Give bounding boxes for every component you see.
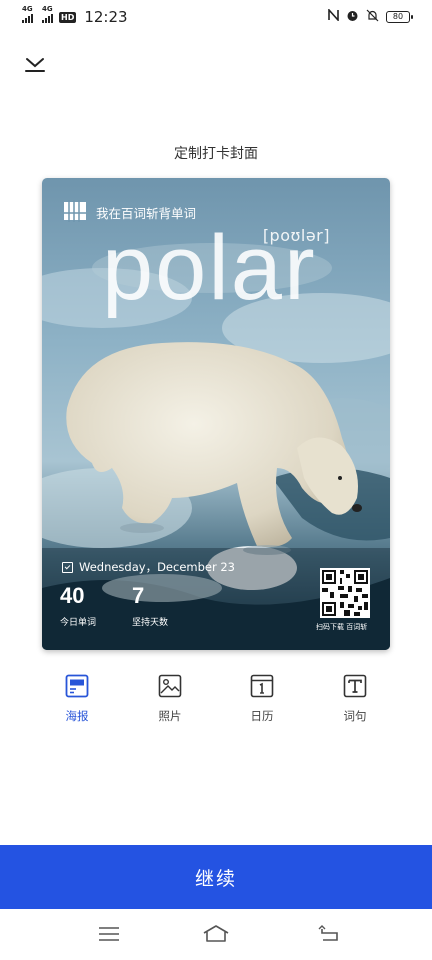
- page-title: 定制打卡封面: [174, 146, 258, 162]
- tab-label: 照片: [158, 709, 182, 723]
- stat-label: 坚持天数: [132, 618, 169, 628]
- status-right: 80: [328, 7, 413, 26]
- tab-poster[interactable]: 海报: [47, 674, 107, 724]
- calendar-icon: [250, 674, 274, 698]
- status-time: 12:23: [84, 8, 128, 26]
- battery-icon: 80: [386, 11, 413, 23]
- stat-today-words: 40 今日单词: [60, 583, 96, 628]
- status-bar: 4G 4G HD 12:23 80: [0, 0, 432, 34]
- hd-badge: HD: [59, 11, 77, 23]
- back-icon: [318, 925, 338, 941]
- tab-label: 词句: [343, 709, 367, 723]
- template-tabs: 海报 照片 日历 词句: [0, 674, 432, 734]
- check-calendar-icon: [62, 561, 73, 573]
- stat-value: 7: [132, 583, 145, 608]
- menu-button[interactable]: [97, 923, 121, 945]
- tab-calendar[interactable]: 日历: [232, 674, 292, 724]
- tab-photo[interactable]: 照片: [140, 674, 200, 724]
- tab-text[interactable]: 词句: [325, 674, 385, 724]
- collapse-button[interactable]: [24, 56, 46, 74]
- photo-icon: [158, 674, 182, 698]
- text-icon: [343, 674, 367, 698]
- tab-label: 海报: [65, 709, 89, 723]
- stat-streak-days: 7 坚持天数: [132, 583, 168, 628]
- status-left: 4G 4G HD 12:23: [22, 5, 128, 26]
- continue-button[interactable]: 继续: [0, 845, 432, 909]
- qr-caption: 扫码下载 百词斩: [316, 623, 368, 631]
- stat-label: 今日单词: [60, 618, 97, 628]
- back-button[interactable]: [317, 923, 341, 945]
- alarm-icon: [346, 9, 359, 26]
- poster-preview: 我在百词斩背单词 [poʊlər] polar Wednesday，Decemb…: [42, 178, 390, 650]
- tab-label: 日历: [250, 709, 274, 723]
- system-nav-bar: [0, 909, 432, 960]
- date-text: Wednesday，December 23: [79, 560, 236, 574]
- nfc-icon: [328, 7, 339, 25]
- date-row: Wednesday，December 23: [62, 559, 235, 575]
- chevron-down-icon: [25, 58, 45, 72]
- poster-icon: [65, 674, 89, 698]
- menu-icon: [99, 927, 119, 941]
- mute-icon: [366, 9, 379, 26]
- qr-code-icon: [320, 568, 370, 618]
- signal-icon-2: 4G: [42, 5, 53, 23]
- word-text: polar: [102, 217, 317, 319]
- home-button[interactable]: [202, 923, 230, 945]
- home-icon: [203, 925, 229, 942]
- signal-icon: 4G: [22, 5, 33, 23]
- baicizhan-logo-icon: [64, 200, 86, 222]
- stat-value: 40: [60, 583, 85, 608]
